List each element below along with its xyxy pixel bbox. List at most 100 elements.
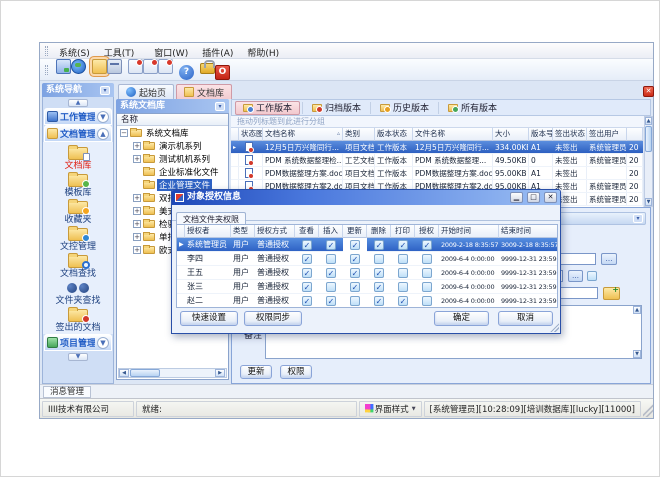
checkbox-checked-icon[interactable] [350, 254, 360, 264]
chevron-down-icon[interactable]: ▼ [97, 111, 109, 123]
tab-start-page[interactable]: 起始页 [118, 84, 174, 99]
checkbox-checked-icon[interactable] [374, 282, 384, 292]
checkbox-checked-icon[interactable] [302, 254, 312, 264]
scroll-down-icon[interactable]: ▼ [645, 198, 652, 206]
nav-favorites[interactable]: 收藏夹 [43, 199, 113, 226]
globe-icon[interactable] [71, 59, 86, 74]
cancel-button[interactable]: 取消 [498, 311, 553, 326]
expander-plus-icon[interactable]: + [133, 207, 141, 215]
tree-pin-button[interactable]: ▾ [215, 102, 225, 111]
nav-folder-search[interactable]: 文件夹查找 [43, 280, 113, 307]
minimize-icon[interactable]: ▁ [510, 192, 523, 203]
file-column-header-5[interactable]: 文件名称 [413, 128, 493, 141]
nav-scroll-up-button[interactable]: ▲ [68, 99, 88, 107]
perm-column-header-10[interactable]: 开始时间 [439, 225, 499, 238]
nav-document-library[interactable]: 文档库 [43, 145, 113, 172]
expander-plus-icon[interactable]: + [133, 233, 141, 241]
permission-button[interactable]: 权限 [280, 365, 312, 379]
chevron-up-icon[interactable]: ▲ [97, 128, 109, 140]
checkbox-unchecked-icon[interactable] [422, 254, 432, 264]
tree-item[interactable]: +演示机系列 [117, 139, 228, 152]
file-row[interactable]: ▸12月5日万兴隆同行...项目文档工作版本12月5日万兴隆同行...334.0… [231, 141, 643, 154]
file-column-header-7[interactable]: 版本号 [529, 128, 553, 141]
checkbox-checked-icon[interactable] [422, 240, 432, 250]
scroll-right-icon[interactable]: ▶ [215, 369, 225, 377]
open-folder-icon[interactable] [92, 59, 107, 74]
file-row[interactable]: PDM数据整理方案.doc项目文档工作版本PDM数据整理方案.doc95.00K… [231, 167, 643, 180]
scroll-down-icon[interactable]: ▼ [633, 350, 641, 358]
help-icon[interactable]: ? [179, 65, 194, 80]
detail-header-button[interactable]: ▾ [633, 214, 643, 223]
checkbox-checked-icon[interactable] [302, 296, 312, 306]
file-column-header-4[interactable]: 版本状态 [375, 128, 413, 141]
computer-icon[interactable] [56, 59, 71, 74]
browse-button-2[interactable]: … [568, 270, 583, 282]
expander-plus-icon[interactable]: + [133, 142, 141, 150]
checkbox-checked-icon[interactable] [350, 240, 360, 250]
checkbox-unchecked-icon[interactable] [398, 268, 408, 278]
chevron-down-icon[interactable]: ▼ [97, 337, 109, 349]
tab-archive-version[interactable]: 归档版本 [305, 101, 368, 115]
dialog-resize-grip[interactable] [550, 323, 559, 332]
tab-work-version[interactable]: 工作版本 [235, 101, 300, 115]
perm-column-header-1[interactable]: 授权者 [185, 225, 231, 238]
ok-button[interactable]: 确定 [434, 311, 489, 326]
checkbox-unchecked-icon[interactable] [350, 296, 360, 306]
checkbox-checked-icon[interactable] [374, 268, 384, 278]
checkbox-checked-icon[interactable] [326, 296, 336, 306]
tree-item[interactable]: −系统文档库 [117, 126, 228, 139]
file-column-header-2[interactable]: 文档名称▵ [263, 128, 343, 141]
quick-setup-button[interactable]: 快速设置 [180, 311, 238, 326]
scroll-left-icon[interactable]: ◀ [119, 369, 129, 377]
card-file-icon[interactable] [107, 59, 122, 74]
message-management-tab[interactable]: 消息管理 [43, 386, 91, 398]
perm-column-header-0[interactable] [177, 225, 185, 238]
tab-history-version[interactable]: 历史版本 [373, 101, 436, 115]
tree-item[interactable]: 企业标准化文件 [117, 165, 228, 178]
dialog-title-bar[interactable]: 对象授权信息 ▁ □ ✕ [172, 190, 560, 205]
lock-icon[interactable] [200, 63, 215, 74]
tree-horizontal-scrollbar[interactable]: ◀ ▶ [118, 368, 227, 378]
file-column-header-6[interactable]: 大小 [493, 128, 529, 141]
scroll-up-icon[interactable]: ▲ [633, 306, 641, 314]
permission-sync-button[interactable]: 权限同步 [244, 311, 302, 326]
file-column-header-9[interactable]: 签出用户 [587, 128, 627, 141]
expander-plus-icon[interactable]: + [133, 220, 141, 228]
file-list-vertical-scrollbar[interactable]: ▲ ▼ [644, 116, 653, 207]
tree-column-header[interactable]: 名称 [117, 114, 228, 126]
checkbox-unchecked-icon[interactable] [398, 282, 408, 292]
checkbox-checked-icon[interactable] [350, 282, 360, 292]
nav-scroll-down-button[interactable]: ▼ [68, 353, 88, 361]
perm-column-header-8[interactable]: 打印 [391, 225, 415, 238]
checkbox-checked-icon[interactable] [398, 240, 408, 250]
perm-column-header-6[interactable]: 更新 [343, 225, 367, 238]
perm-column-header-2[interactable]: 类型 [231, 225, 255, 238]
expander-plus-icon[interactable]: + [133, 155, 141, 163]
resize-grip[interactable] [643, 401, 653, 417]
checkbox-unchecked-icon[interactable] [422, 268, 432, 278]
ui-style-selector[interactable]: 界面样式 ▼ [359, 401, 422, 417]
section-document-management[interactable]: 文档管理▲ [44, 125, 112, 142]
perm-column-header-4[interactable]: 查看 [295, 225, 319, 238]
maximize-icon[interactable]: □ [527, 192, 540, 203]
file-column-header-1[interactable]: 状态图 [239, 128, 263, 141]
tree-item[interactable]: +测试机机系列 [117, 152, 228, 165]
browse-button-1[interactable]: … [601, 253, 617, 265]
file-column-header-3[interactable]: 类别 [343, 128, 375, 141]
nav-doc-control[interactable]: 文控管理 [43, 226, 113, 253]
tab-document-library[interactable]: 文档库 [176, 84, 232, 99]
checkbox-unchecked-icon[interactable] [422, 282, 432, 292]
checkbox-checked-icon[interactable] [350, 268, 360, 278]
file-column-header-8[interactable]: 签出状态 [553, 128, 587, 141]
nav-pin-button[interactable]: ▾ [100, 86, 110, 95]
checkbox-checked-icon[interactable] [374, 296, 384, 306]
checkbox-checked-icon[interactable] [302, 268, 312, 278]
file-column-header-10[interactable] [627, 128, 643, 141]
checkbox-checked-icon[interactable] [374, 240, 384, 250]
perm-column-header-9[interactable]: 授权 [415, 225, 439, 238]
perm-column-header-3[interactable]: 授权方式 [255, 225, 295, 238]
close-pane-icon[interactable]: ✕ [643, 86, 654, 97]
perm-column-header-5[interactable]: 插入 [319, 225, 343, 238]
exit-icon[interactable]: O [215, 65, 230, 80]
checkbox-checked-icon[interactable] [398, 296, 408, 306]
